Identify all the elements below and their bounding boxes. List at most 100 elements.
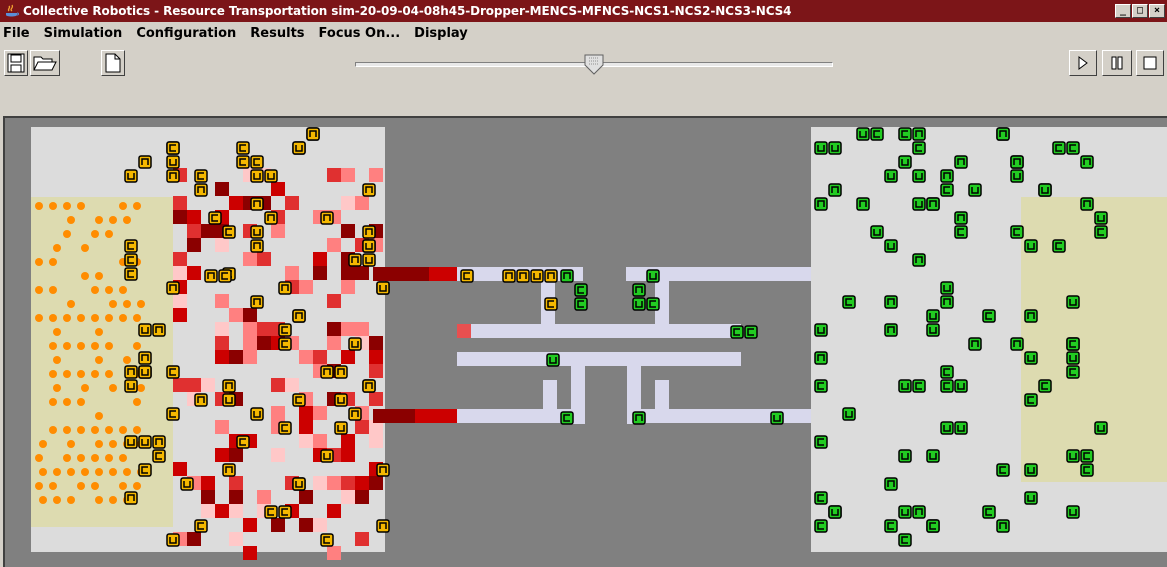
new-button[interactable] (101, 50, 125, 76)
robot[interactable] (250, 407, 264, 421)
robot[interactable] (926, 309, 940, 323)
robot[interactable] (912, 505, 926, 519)
robot[interactable] (544, 297, 558, 311)
robot[interactable] (250, 225, 264, 239)
robot[interactable] (166, 155, 180, 169)
robot[interactable] (278, 505, 292, 519)
play-button[interactable] (1069, 50, 1097, 76)
robot[interactable] (208, 211, 222, 225)
robot[interactable] (842, 295, 856, 309)
robot[interactable] (912, 141, 926, 155)
robot[interactable] (502, 269, 516, 283)
robot[interactable] (926, 197, 940, 211)
robot[interactable] (1080, 155, 1094, 169)
robot[interactable] (770, 411, 784, 425)
menu-simulation[interactable]: Simulation (37, 26, 130, 41)
robot[interactable] (828, 141, 842, 155)
robot[interactable] (632, 297, 646, 311)
robot[interactable] (222, 225, 236, 239)
robot[interactable] (996, 519, 1010, 533)
robot[interactable] (574, 297, 588, 311)
robot[interactable] (856, 197, 870, 211)
robot[interactable] (926, 519, 940, 533)
robot[interactable] (334, 421, 348, 435)
robot[interactable] (646, 297, 660, 311)
robot[interactable] (814, 519, 828, 533)
robot[interactable] (138, 323, 152, 337)
robot[interactable] (1010, 155, 1024, 169)
robot[interactable] (1052, 141, 1066, 155)
robot[interactable] (124, 239, 138, 253)
robot[interactable] (1024, 491, 1038, 505)
robot[interactable] (166, 407, 180, 421)
robot[interactable] (138, 155, 152, 169)
robot[interactable] (940, 379, 954, 393)
robot[interactable] (250, 155, 264, 169)
robot[interactable] (898, 505, 912, 519)
robot[interactable] (940, 183, 954, 197)
robot[interactable] (560, 269, 574, 283)
robot[interactable] (264, 211, 278, 225)
robot[interactable] (940, 169, 954, 183)
robot[interactable] (996, 127, 1010, 141)
robot[interactable] (814, 197, 828, 211)
robot[interactable] (278, 323, 292, 337)
robot[interactable] (982, 505, 996, 519)
robot[interactable] (954, 379, 968, 393)
robot[interactable] (138, 365, 152, 379)
maximize-button[interactable]: □ (1132, 4, 1148, 18)
robot[interactable] (218, 269, 232, 283)
robot[interactable] (1094, 225, 1108, 239)
robot[interactable] (264, 505, 278, 519)
open-button[interactable] (30, 50, 60, 76)
robot[interactable] (954, 211, 968, 225)
robot[interactable] (884, 169, 898, 183)
robot[interactable] (362, 239, 376, 253)
robot[interactable] (348, 253, 362, 267)
robot[interactable] (1024, 239, 1038, 253)
pause-button[interactable] (1102, 50, 1132, 76)
robot[interactable] (362, 379, 376, 393)
robot[interactable] (250, 239, 264, 253)
robot[interactable] (138, 435, 152, 449)
robot[interactable] (1038, 183, 1052, 197)
robot[interactable] (912, 253, 926, 267)
robot[interactable] (560, 411, 574, 425)
robot[interactable] (884, 477, 898, 491)
robot[interactable] (348, 407, 362, 421)
robot[interactable] (828, 183, 842, 197)
menu-configuration[interactable]: Configuration (129, 26, 243, 41)
robot[interactable] (124, 365, 138, 379)
robot[interactable] (870, 127, 884, 141)
robot[interactable] (814, 141, 828, 155)
robot[interactable] (1066, 351, 1080, 365)
robot[interactable] (870, 225, 884, 239)
robot[interactable] (320, 533, 334, 547)
minimize-button[interactable]: _ (1115, 4, 1131, 18)
robot[interactable] (912, 197, 926, 211)
robot[interactable] (1066, 141, 1080, 155)
robot[interactable] (898, 155, 912, 169)
robot[interactable] (250, 295, 264, 309)
robot[interactable] (222, 463, 236, 477)
robot[interactable] (278, 421, 292, 435)
robot[interactable] (362, 225, 376, 239)
robot[interactable] (124, 491, 138, 505)
menu-display[interactable]: Display (407, 26, 475, 41)
robot[interactable] (1066, 365, 1080, 379)
robot[interactable] (222, 393, 236, 407)
robot[interactable] (376, 519, 390, 533)
robot[interactable] (1010, 225, 1024, 239)
robot[interactable] (152, 435, 166, 449)
robot[interactable] (306, 127, 320, 141)
menu-focus-on[interactable]: Focus On... (312, 26, 408, 41)
robot[interactable] (180, 477, 194, 491)
robot[interactable] (1024, 351, 1038, 365)
robot[interactable] (968, 337, 982, 351)
robot[interactable] (530, 269, 544, 283)
save-button[interactable] (4, 50, 28, 76)
robot[interactable] (884, 519, 898, 533)
robot[interactable] (828, 505, 842, 519)
robot[interactable] (814, 323, 828, 337)
robot[interactable] (926, 449, 940, 463)
